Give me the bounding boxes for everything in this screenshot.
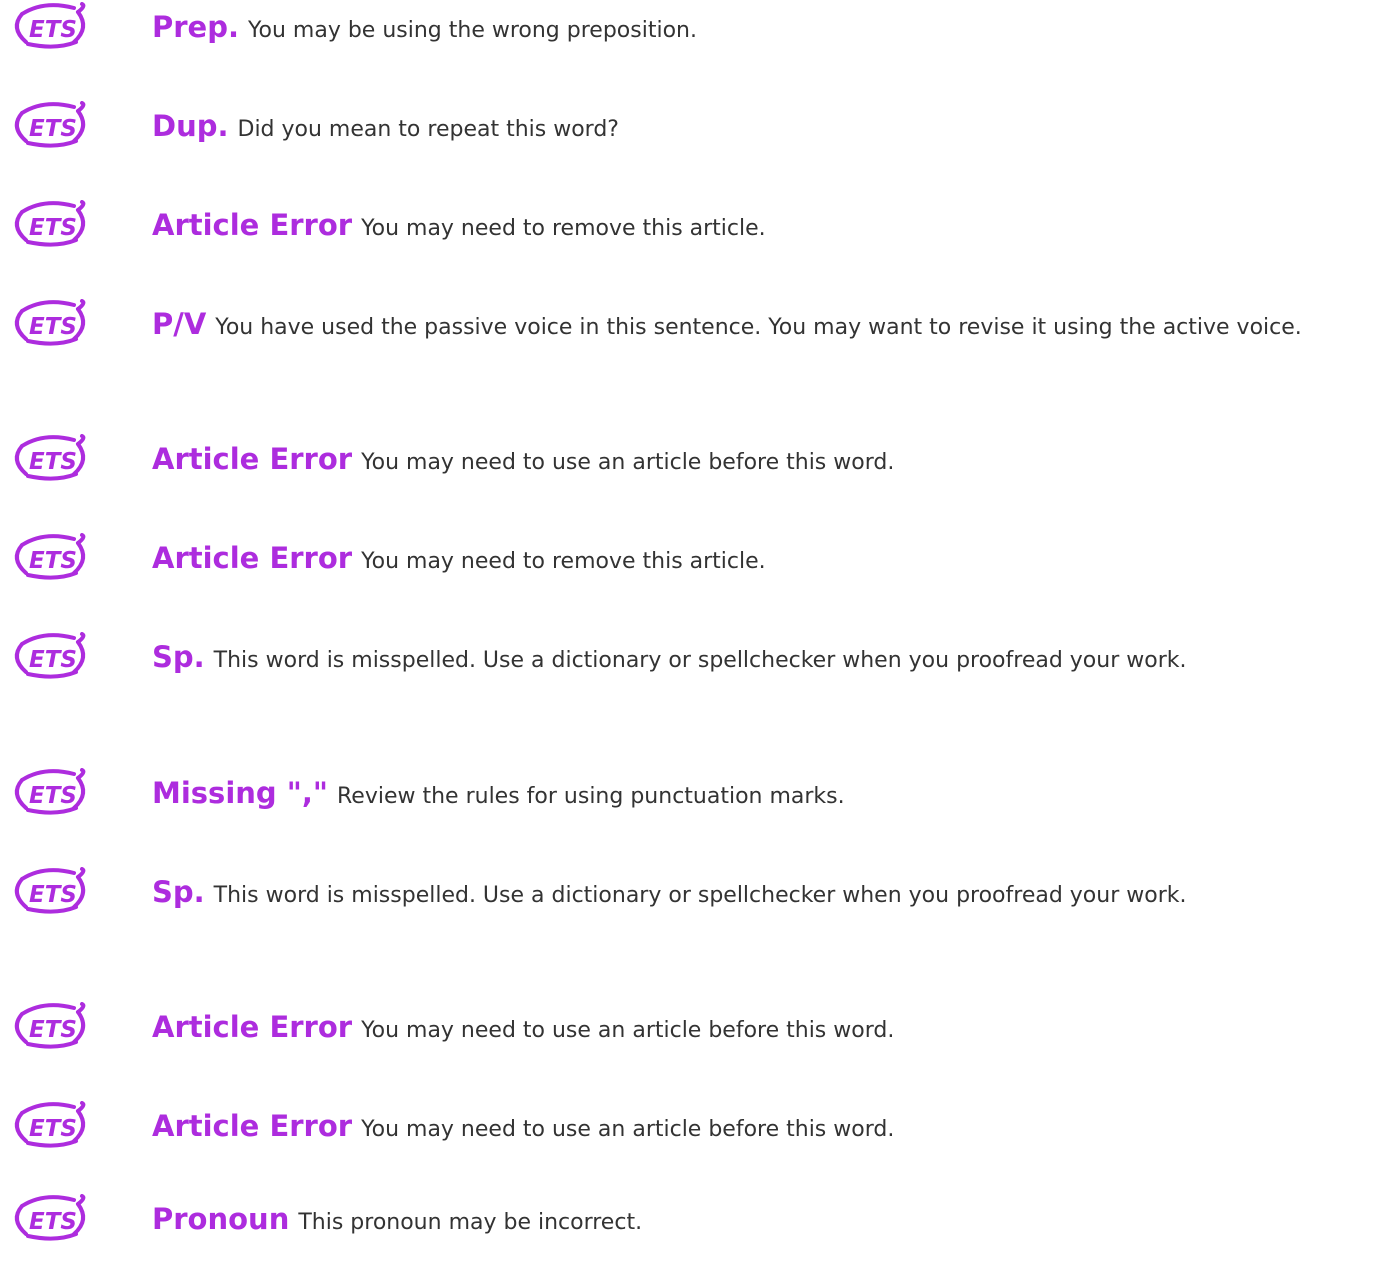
ets-logo-icon: ETS (14, 101, 86, 148)
feedback-message: This word is misspelled. Use a dictionar… (213, 648, 1187, 673)
ets-logo-icon: ETS (14, 768, 86, 815)
feedback-text: Article Error You may need to remove thi… (152, 208, 1367, 246)
feedback-tag[interactable]: Dup. (152, 109, 229, 143)
logo-text: ETS (29, 215, 77, 241)
feedback-tag[interactable]: Article Error (152, 442, 352, 476)
logo-text: ETS (29, 647, 77, 673)
ets-logo-icon: ETS (14, 299, 86, 346)
feedback-tag[interactable]: Article Error (152, 1010, 352, 1044)
ets-logo-icon: ETS (14, 200, 86, 247)
logo-text: ETS (29, 116, 77, 142)
feedback-text: Prep. You may be using the wrong preposi… (152, 10, 1367, 48)
feedback-tag[interactable]: Article Error (152, 1109, 352, 1143)
feedback-item: ETS Article Error You may need to use an… (0, 432, 1377, 522)
ets-logo-icon: ETS (14, 632, 86, 679)
feedback-text: Dup. Did you mean to repeat this word? (152, 109, 1367, 147)
logo-text: ETS (29, 783, 77, 809)
feedback-tag[interactable]: Article Error (152, 541, 352, 575)
feedback-message: Review the rules for using punctuation m… (337, 784, 845, 809)
logo-text: ETS (29, 548, 77, 574)
feedback-tag[interactable]: Prep. (152, 10, 239, 44)
feedback-message: You may be using the wrong preposition. (248, 18, 697, 43)
feedback-message: This pronoun may be incorrect. (298, 1210, 643, 1235)
feedback-item: ETS Dup. Did you mean to repeat this wor… (0, 99, 1377, 189)
logo-text: ETS (29, 17, 77, 43)
feedback-text: Sp. This word is misspelled. Use a dicti… (152, 875, 1367, 913)
feedback-message: Did you mean to repeat this word? (237, 117, 619, 142)
logo-text: ETS (29, 1209, 77, 1235)
feedback-item: ETS Pronoun This pronoun may be incorrec… (0, 1192, 1377, 1282)
feedback-tag[interactable]: Pronoun (152, 1202, 289, 1236)
feedback-item: ETS Sp. This word is misspelled. Use a d… (0, 865, 1377, 955)
feedback-message: You may need to remove this article. (361, 216, 766, 241)
ets-logo-icon: ETS (14, 867, 86, 914)
feedback-message: You may need to remove this article. (361, 549, 766, 574)
logo-text: ETS (29, 882, 77, 908)
ets-logo-icon: ETS (14, 434, 86, 481)
feedback-item: ETS Article Error You may need to remove… (0, 531, 1377, 621)
feedback-text: Article Error You may need to use an art… (152, 442, 1367, 480)
logo-text: ETS (29, 314, 77, 340)
ets-logo-icon: ETS (14, 1101, 86, 1148)
logo-text: ETS (29, 1116, 77, 1142)
feedback-message: You may need to use an article before th… (361, 1117, 895, 1142)
feedback-tag[interactable]: Missing "," (152, 776, 328, 810)
feedback-tag[interactable]: Sp. (152, 640, 205, 674)
feedback-text: Sp. This word is misspelled. Use a dicti… (152, 640, 1367, 678)
feedback-item: ETS Article Error You may need to use an… (0, 1000, 1377, 1090)
logo-text: ETS (29, 1017, 77, 1043)
feedback-tag[interactable]: Sp. (152, 875, 205, 909)
feedback-item: ETS Article Error You may need to remove… (0, 198, 1377, 288)
feedback-message: You have used the passive voice in this … (215, 315, 1302, 340)
ets-logo-icon: ETS (14, 533, 86, 580)
feedback-tag[interactable]: Article Error (152, 208, 352, 242)
feedback-item: ETS P/V You have used the passive voice … (0, 297, 1377, 387)
feedback-item: ETS Sp. This word is misspelled. Use a d… (0, 630, 1377, 720)
ets-logo-icon: ETS (14, 1002, 86, 1049)
feedback-message: You may need to use an article before th… (361, 450, 895, 475)
feedback-text: Article Error You may need to remove thi… (152, 541, 1367, 579)
feedback-text: Article Error You may need to use an art… (152, 1010, 1367, 1048)
feedback-item: ETS Article Error You may need to use an… (0, 1099, 1377, 1189)
feedback-text: P/V You have used the passive voice in t… (152, 307, 1367, 345)
logo-text: ETS (29, 449, 77, 475)
ets-logo-icon: ETS (14, 2, 86, 49)
ets-logo-icon: ETS (14, 1194, 86, 1241)
feedback-item: ETS Missing "," Review the rules for usi… (0, 766, 1377, 856)
feedback-tag[interactable]: P/V (152, 307, 206, 341)
feedback-text: Pronoun This pronoun may be incorrect. (152, 1202, 1367, 1240)
feedback-text: Missing "," Review the rules for using p… (152, 776, 1367, 814)
feedback-message: You may need to use an article before th… (361, 1018, 895, 1043)
feedback-item: ETS Prep. You may be using the wrong pre… (0, 0, 1377, 90)
feedback-text: Article Error You may need to use an art… (152, 1109, 1367, 1147)
feedback-message: This word is misspelled. Use a dictionar… (213, 883, 1187, 908)
